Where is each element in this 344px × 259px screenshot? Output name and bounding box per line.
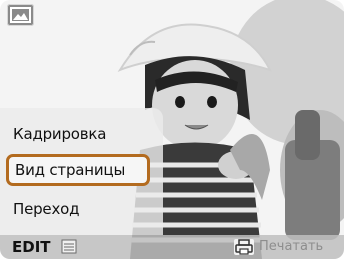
list-icon: [61, 239, 77, 254]
menu-item-transition[interactable]: Переход: [13, 197, 79, 221]
printer-lcd-screen: Кадрировка Вид страницы Переход EDIT Печ…: [0, 0, 344, 259]
menu-item-crop[interactable]: Кадрировка: [13, 122, 106, 146]
print-icon[interactable]: [234, 239, 254, 255]
edit-menu-panel: Кадрировка Вид страницы Переход: [0, 108, 163, 235]
edit-button-label[interactable]: EDIT: [12, 237, 51, 257]
print-button-label[interactable]: Печатать: [259, 238, 323, 256]
menu-item-page-view[interactable]: Вид страницы: [6, 154, 150, 186]
image-icon: [7, 4, 34, 26]
